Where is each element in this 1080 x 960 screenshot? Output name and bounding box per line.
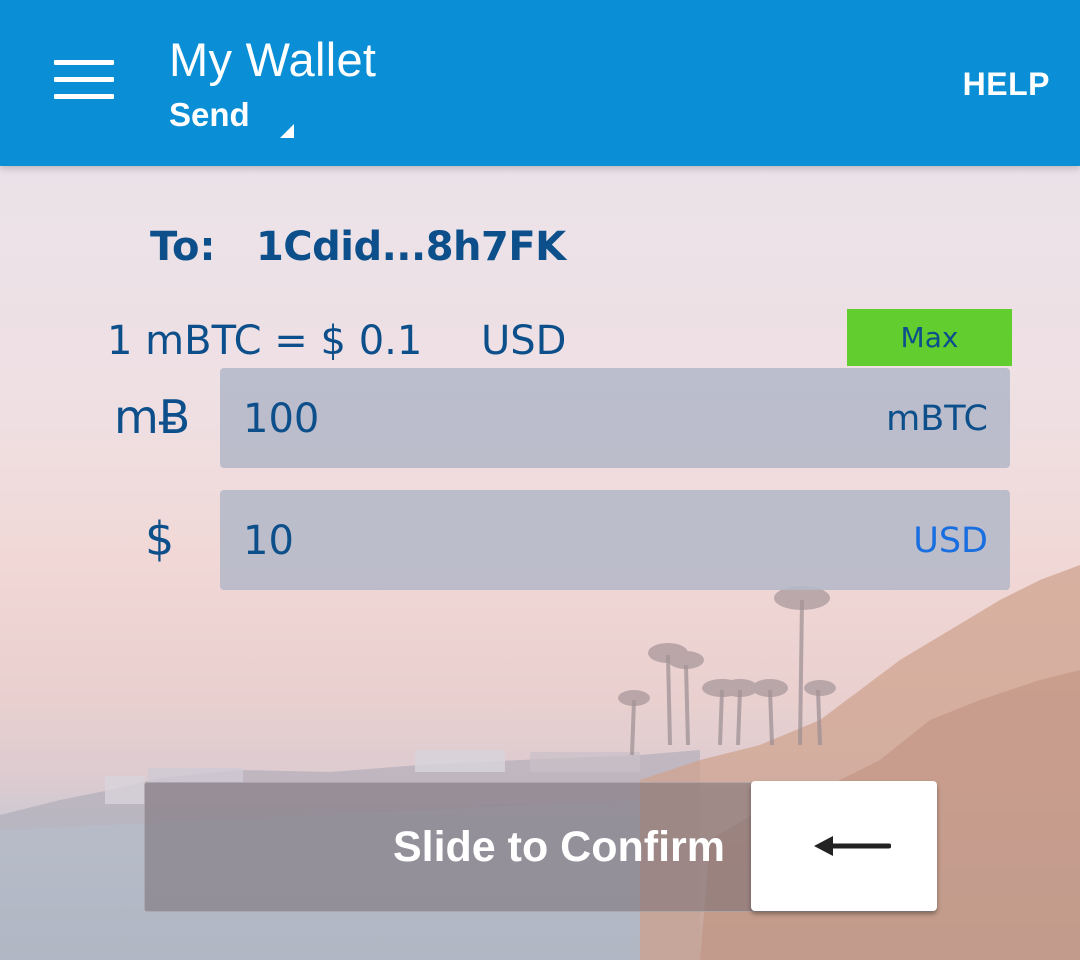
- menu-line: [54, 94, 114, 99]
- exchange-rate: 1 mBTC = $ 0.1: [107, 318, 423, 364]
- send-form: To: 1Cdid...8h7FK 1 mBTC = $ 0.1 USD Max…: [0, 166, 1080, 960]
- mode-label: Send: [169, 96, 250, 133]
- dropdown-caret-icon: [280, 124, 294, 138]
- millibitcoin-symbol-icon: mɃ: [114, 390, 191, 444]
- usd-amount-input[interactable]: 10 USD: [220, 490, 1010, 590]
- dollar-symbol-icon: $: [145, 512, 175, 566]
- app-bar: My Wallet Send HELP: [0, 0, 1080, 166]
- menu-line: [54, 77, 114, 82]
- menu-line: [54, 60, 114, 65]
- usd-amount-value: 10: [243, 518, 294, 564]
- usd-unit-label[interactable]: USD: [913, 521, 988, 561]
- help-button[interactable]: HELP: [963, 66, 1050, 103]
- recipient-address: 1Cdid...8h7FK: [255, 224, 566, 270]
- slider-handle[interactable]: [751, 781, 937, 911]
- mode-dropdown[interactable]: Send: [169, 96, 309, 144]
- max-button[interactable]: Max: [847, 309, 1012, 366]
- btc-unit-label[interactable]: mBTC: [886, 399, 988, 439]
- to-label: To:: [150, 224, 216, 270]
- arrow-left-icon: [814, 836, 891, 856]
- recipient-row: To: 1Cdid...8h7FK: [150, 224, 566, 270]
- fiat-currency-selector[interactable]: USD: [481, 318, 566, 364]
- app-title: My Wallet: [169, 33, 377, 86]
- btc-amount-value: 100: [243, 396, 320, 442]
- usd-amount-row: $ 10 USD: [0, 490, 1080, 590]
- btc-amount-input[interactable]: 100 mBTC: [220, 368, 1010, 468]
- slide-to-confirm[interactable]: Slide to Confirm: [144, 781, 937, 912]
- slide-to-confirm-label: Slide to Confirm: [392, 823, 725, 871]
- hamburger-menu-icon[interactable]: [54, 60, 114, 102]
- btc-amount-row: mɃ 100 mBTC: [0, 368, 1080, 468]
